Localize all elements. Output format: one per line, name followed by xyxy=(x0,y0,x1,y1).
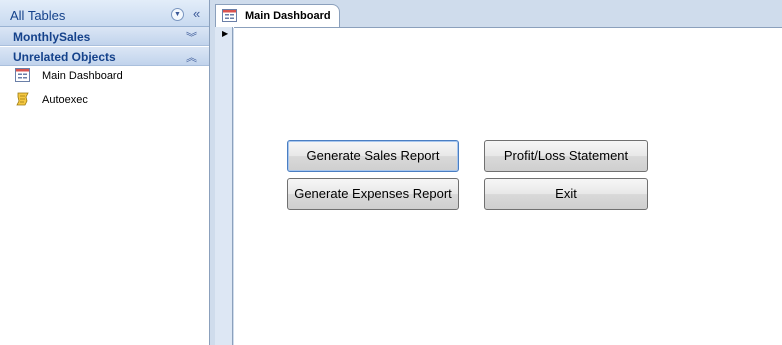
group-label: MonthlySales xyxy=(13,30,91,44)
macro-icon xyxy=(16,92,29,106)
nav-dropdown-icon[interactable]: ▼ xyxy=(171,8,184,21)
group-monthlysales[interactable]: MonthlySales ︾ xyxy=(0,27,209,46)
tab-main-dashboard[interactable]: Main Dashboard xyxy=(215,4,340,28)
form-icon xyxy=(222,9,237,22)
exit-button[interactable]: Exit xyxy=(484,178,648,210)
nav-item-label: Autoexec xyxy=(42,94,88,106)
form-body: Generate Sales Report Profit/Loss Statem… xyxy=(234,27,782,345)
collapse-icon[interactable]: ︽ xyxy=(186,49,197,65)
generate-sales-report-button[interactable]: Generate Sales Report xyxy=(287,140,459,172)
profit-loss-statement-button[interactable]: Profit/Loss Statement xyxy=(484,140,648,172)
generate-expenses-report-button[interactable]: Generate Expenses Report xyxy=(287,178,459,210)
nav-item-autoexec[interactable]: Autoexec xyxy=(0,90,209,112)
record-selector[interactable]: ▶ xyxy=(215,27,233,345)
nav-item-main-dashboard[interactable]: Main Dashboard xyxy=(0,66,209,88)
shutter-bar-close-icon[interactable]: « xyxy=(193,6,200,21)
group-unrelated-objects[interactable]: Unrelated Objects ︽ xyxy=(0,47,209,66)
current-record-icon: ▶ xyxy=(222,29,229,38)
group-label: Unrelated Objects xyxy=(13,50,116,64)
nav-header[interactable]: All Tables ▼ « xyxy=(0,0,209,27)
nav-title[interactable]: All Tables xyxy=(10,8,65,23)
nav-item-label: Main Dashboard xyxy=(42,70,123,82)
form-icon xyxy=(15,68,30,82)
navigation-pane: All Tables ▼ « MonthlySales ︾ Unrelated … xyxy=(0,0,210,345)
document-tab-strip: Main Dashboard xyxy=(215,0,782,28)
expand-icon[interactable]: ︾ xyxy=(186,29,197,45)
tab-label: Main Dashboard xyxy=(245,10,331,22)
